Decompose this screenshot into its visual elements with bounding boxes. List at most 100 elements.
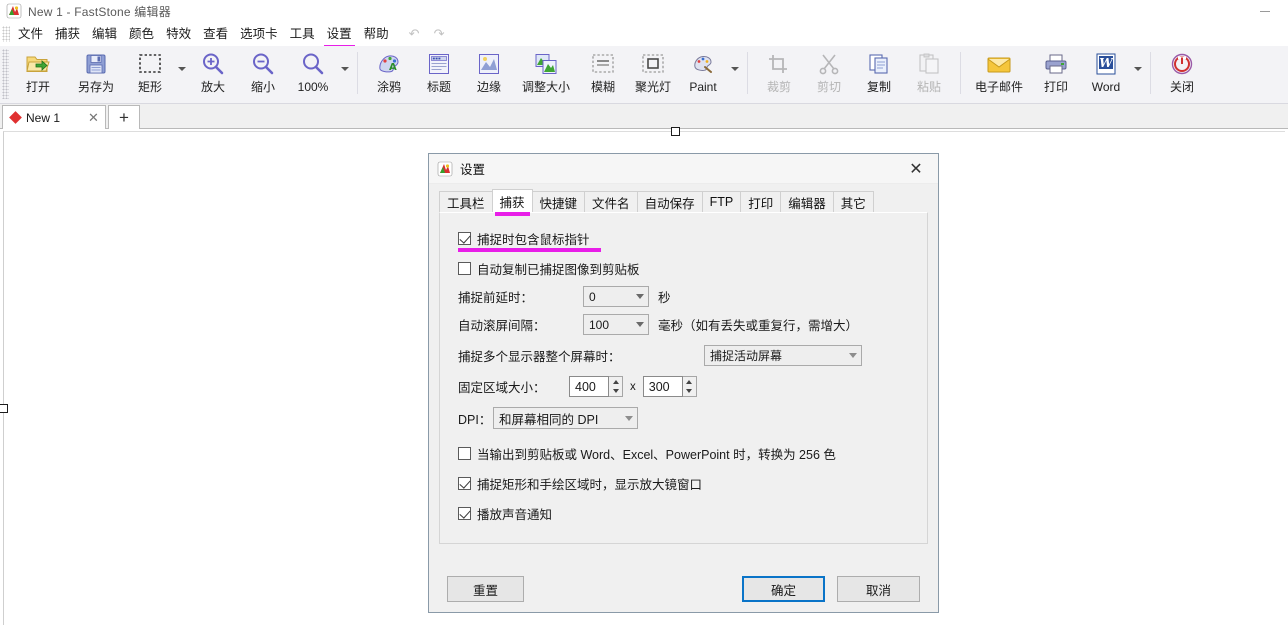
draw-board-icon: A xyxy=(377,51,401,77)
tab-editor[interactable]: 编辑器 xyxy=(780,191,834,212)
redo-arrow-icon[interactable]: ↷ xyxy=(434,26,445,42)
toolbar-grip[interactable] xyxy=(2,49,9,99)
ok-button[interactable]: 确定 xyxy=(742,576,825,602)
tab-print[interactable]: 打印 xyxy=(740,191,782,212)
menu-help[interactable]: 帮助 xyxy=(358,23,395,45)
menu-tools[interactable]: 工具 xyxy=(284,23,321,45)
add-tab-button[interactable]: + xyxy=(107,105,140,129)
checkbox-256-color[interactable] xyxy=(458,446,471,460)
menu-settings[interactable]: 设置 xyxy=(321,23,358,48)
menubar-grip[interactable] xyxy=(2,26,10,42)
toolbar-button-word[interactable]: W Word xyxy=(1081,46,1131,100)
spinner-fixed-region-height[interactable] xyxy=(682,376,697,397)
zoom-in-icon xyxy=(201,51,225,77)
close-x-icon[interactable]: ✕ xyxy=(88,110,99,126)
toolbar-button-resize[interactable]: 调整大小 xyxy=(514,46,578,100)
tab-ftp[interactable]: FTP xyxy=(701,191,742,212)
toolbar-label-draw: 涂鸦 xyxy=(376,80,401,94)
checkbox-magnifier[interactable] xyxy=(458,476,471,490)
input-fixed-region-width[interactable]: 400 xyxy=(569,376,609,397)
toolbar-button-save-as[interactable]: 另存为 xyxy=(67,46,125,100)
toolbar-button-close[interactable]: 关闭 xyxy=(1157,46,1207,100)
menu-color[interactable]: 颜色 xyxy=(123,23,160,45)
toolbar-button-open[interactable]: 打开 xyxy=(9,46,67,100)
tab-other[interactable]: 其它 xyxy=(832,191,874,212)
toolbar-button-zoom-out[interactable]: 缩小 xyxy=(238,46,288,100)
save-floppy-icon xyxy=(84,51,108,77)
menu-capture[interactable]: 捕获 xyxy=(49,23,86,45)
resize-handle-top[interactable] xyxy=(671,127,680,136)
dialog-titlebar: 设置 ✕ xyxy=(429,154,938,184)
copy-icon xyxy=(867,51,891,77)
toolbar-button-crop[interactable]: 裁剪 xyxy=(754,46,804,100)
menu-file[interactable]: 文件 xyxy=(12,23,49,45)
checkbox-auto-copy[interactable] xyxy=(458,261,471,275)
spinner-up-height[interactable] xyxy=(683,377,696,387)
chevron-down-icon xyxy=(636,294,644,299)
checkbox-row-sound[interactable]: 播放声音通知 xyxy=(458,502,909,524)
toolbar-dropdown-word[interactable] xyxy=(1131,46,1144,100)
toolbar-button-email[interactable]: 电子邮件 xyxy=(967,46,1031,100)
checkbox-row-256-color[interactable]: 当输出到剪贴板或 Word、Excel、PowerPoint 时，转换为 256… xyxy=(458,442,909,464)
select-scroll-interval[interactable]: 100 xyxy=(583,314,649,335)
toolbar-button-zoom-100[interactable]: 100% xyxy=(288,46,338,100)
checkbox-sound[interactable] xyxy=(458,506,471,520)
cancel-button[interactable]: 取消 xyxy=(837,576,920,602)
select-multi-monitor[interactable]: 捕捉活动屏幕 xyxy=(704,345,862,366)
menu-tabs[interactable]: 选项卡 xyxy=(234,23,284,45)
toolbar-label-zoom-in: 放大 xyxy=(200,80,225,94)
toolbar-label-paint: Paint xyxy=(689,80,717,94)
toolbar-button-draw[interactable]: A 涂鸦 xyxy=(364,46,414,100)
tab-hotkeys[interactable]: 快捷键 xyxy=(531,191,586,212)
spinner-fixed-region-width[interactable] xyxy=(609,376,623,397)
svg-text:A: A xyxy=(389,62,397,73)
toolbar-dropdown-paint[interactable] xyxy=(728,46,741,100)
spinner-down-width[interactable] xyxy=(609,387,622,397)
row-dpi: DPI： 和屏幕相同的 DPI xyxy=(458,407,909,429)
unit-capture-delay: 秒 xyxy=(658,291,671,305)
document-tab-new1[interactable]: New 1 ✕ xyxy=(2,105,106,129)
tab-toolbar[interactable]: 工具栏 xyxy=(439,191,493,212)
tab-filename[interactable]: 文件名 xyxy=(584,191,638,212)
minimize-button[interactable] xyxy=(1242,0,1288,22)
toolbar-button-blur[interactable]: 模糊 xyxy=(578,46,628,100)
undo-arrow-icon[interactable]: ↶ xyxy=(409,26,420,42)
toolbar-label-rectangle: 矩形 xyxy=(137,80,162,94)
tab-autosave[interactable]: 自动保存 xyxy=(636,191,703,212)
toolbar-separator-1 xyxy=(357,52,358,94)
dialog-close-icon[interactable]: ✕ xyxy=(894,154,938,183)
toolbar-button-cut[interactable]: 剪切 xyxy=(804,46,854,100)
toolbar-button-caption[interactable]: 标题 xyxy=(414,46,464,100)
toolbar-button-copy[interactable]: 复制 xyxy=(854,46,904,100)
toolbar-button-paste[interactable]: 粘贴 xyxy=(904,46,954,100)
toolbar-label-close: 关闭 xyxy=(1169,80,1194,94)
tab-capture[interactable]: 捕获 xyxy=(491,189,533,216)
menu-view[interactable]: 查看 xyxy=(197,23,234,45)
toolbar-button-spotlight[interactable]: 聚光灯 xyxy=(628,46,678,100)
spinner-up-width[interactable] xyxy=(609,377,622,387)
toolbar-button-paint[interactable]: Paint xyxy=(678,46,728,100)
resize-handle-left[interactable] xyxy=(0,404,8,413)
toolbar-button-edge[interactable]: 边缘 xyxy=(464,46,514,100)
toolbar-button-print[interactable]: 打印 xyxy=(1031,46,1081,100)
menu-effects[interactable]: 特效 xyxy=(160,23,197,45)
toolbar-button-zoom-in[interactable]: 放大 xyxy=(188,46,238,100)
checkbox-row-include-cursor[interactable]: 捕捉时包含鼠标指针 xyxy=(458,227,909,252)
reset-button[interactable]: 重置 xyxy=(447,576,524,602)
toolbar-label-email: 电子邮件 xyxy=(974,80,1023,94)
select-dpi[interactable]: 和屏幕相同的 DPI xyxy=(493,407,638,429)
caret-down-icon xyxy=(686,389,693,394)
checkbox-row-auto-copy[interactable]: 自动复制已捕捉图像到剪贴板 xyxy=(458,257,909,279)
input-fixed-region-height[interactable]: 300 xyxy=(642,376,683,397)
toolbar-dropdown-rectangle[interactable] xyxy=(175,46,188,100)
row-multi-monitor: 捕捉多个显示器整个屏幕时： 捕捉活动屏幕 xyxy=(458,345,909,366)
toolbar-dropdown-zoom[interactable] xyxy=(338,46,351,100)
chevron-down-icon xyxy=(636,322,644,327)
menu-edit[interactable]: 编辑 xyxy=(86,23,123,45)
checkbox-include-cursor[interactable] xyxy=(458,231,471,245)
checkbox-row-magnifier[interactable]: 捕捉矩形和手绘区域时，显示放大镜窗口 xyxy=(458,472,909,494)
spinner-down-height[interactable] xyxy=(683,387,696,397)
toolbar-button-rectangle[interactable]: 矩形 xyxy=(125,46,175,100)
modified-dot-icon xyxy=(9,111,22,124)
select-capture-delay[interactable]: 0 xyxy=(583,286,649,307)
